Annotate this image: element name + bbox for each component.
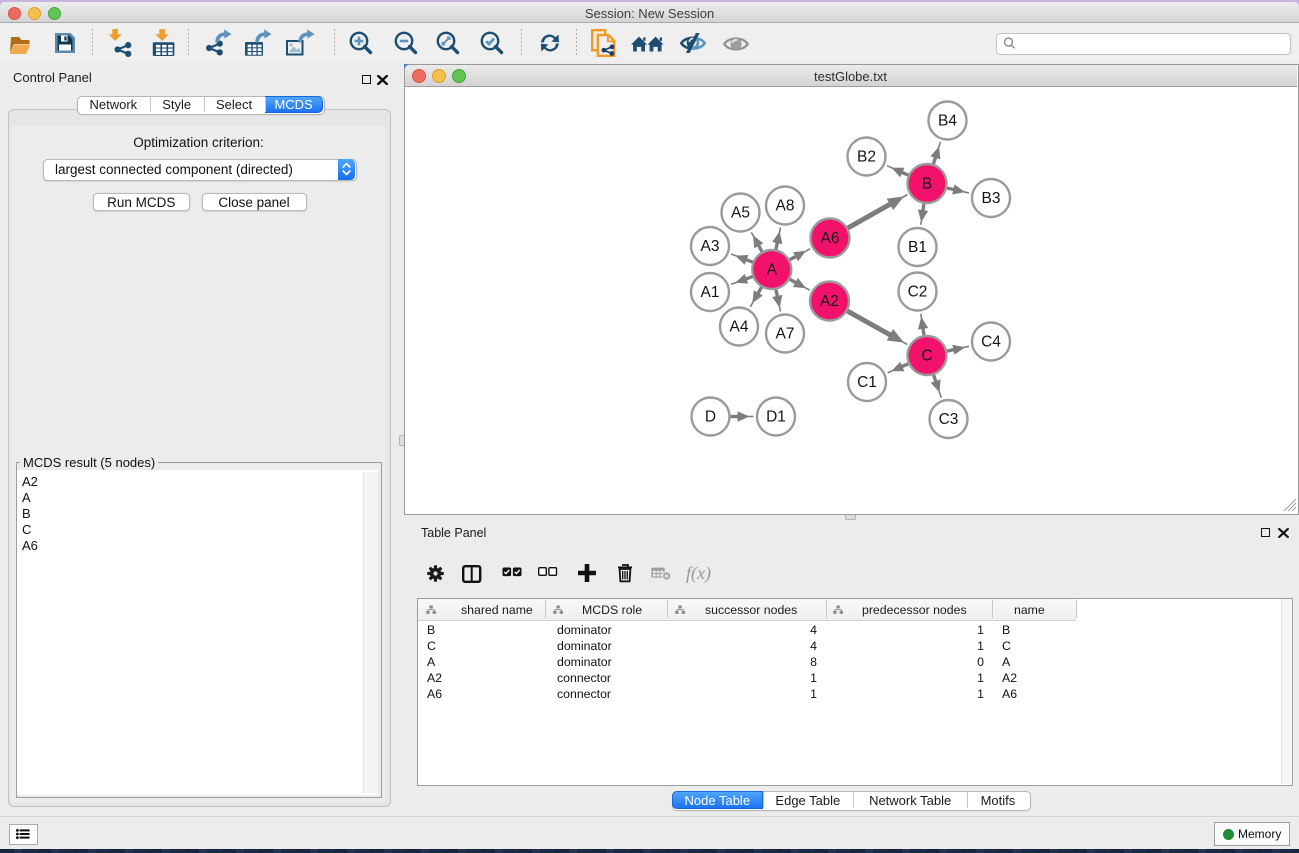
svg-text:A3: A3 [701,238,720,255]
svg-text:B1: B1 [908,239,927,256]
svg-text:A1: A1 [701,284,720,301]
svg-text:B: B [922,176,932,193]
svg-text:A5: A5 [731,205,750,222]
svg-text:C1: C1 [857,374,877,391]
svg-text:D1: D1 [766,409,786,426]
svg-text:C2: C2 [908,284,928,301]
svg-text:A2: A2 [820,293,839,310]
svg-text:A8: A8 [776,198,795,215]
svg-text:B4: B4 [938,113,957,130]
svg-text:A7: A7 [776,326,795,343]
svg-text:A: A [767,262,778,279]
svg-text:C3: C3 [939,411,959,428]
svg-text:C: C [921,348,932,365]
svg-text:A4: A4 [730,319,749,336]
svg-text:D: D [705,409,716,426]
svg-text:B3: B3 [982,190,1001,207]
svg-text:C4: C4 [981,334,1001,351]
svg-text:A6: A6 [821,230,840,247]
svg-text:B2: B2 [857,149,876,166]
